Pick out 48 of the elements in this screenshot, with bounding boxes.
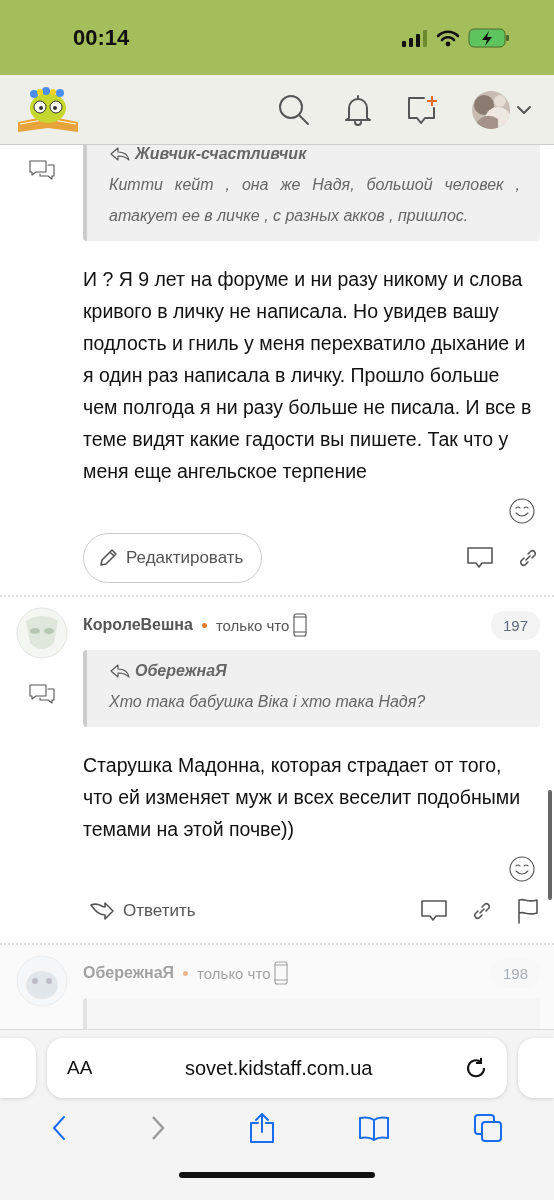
- chevron-down-icon: [516, 104, 532, 115]
- edit-button[interactable]: Редактировать: [83, 533, 263, 583]
- post-number[interactable]: 197: [490, 610, 540, 640]
- owl-on-book-logo: [16, 85, 80, 134]
- replies-icon: [27, 159, 56, 181]
- pencil-icon: [98, 548, 118, 568]
- author-name[interactable]: КоролеВешна: [83, 616, 193, 634]
- reload-icon: [465, 1057, 487, 1079]
- bear-avatar-icon: [15, 955, 68, 1007]
- phone-icon: [293, 613, 308, 637]
- scroll-bar[interactable]: [548, 790, 552, 900]
- reply-button[interactable]: Ответить: [83, 891, 196, 931]
- smiley-icon: [508, 855, 536, 883]
- back-icon: [51, 1115, 68, 1141]
- tabs-icon: [472, 1113, 503, 1143]
- tab-preview[interactable]: [518, 1038, 554, 1098]
- text-size-button[interactable]: AA: [67, 1057, 93, 1079]
- alien-avatar-icon: [15, 607, 68, 659]
- quote-text: Китти кейт , она же Надя, большой человек , атакует ее в личке , с разных акков , пришлос.: [109, 175, 520, 226]
- address-bar[interactable]: AA sovet.kidstaff.com.ua: [47, 1038, 507, 1098]
- battery-charging-icon: [468, 27, 510, 48]
- bell-icon: [344, 93, 372, 126]
- new-message-icon: [406, 93, 438, 126]
- search-icon: [278, 93, 310, 126]
- bookmarks-icon: [357, 1115, 390, 1141]
- post-time[interactable]: только что: [215, 616, 290, 634]
- tab-preview[interactable]: [0, 1038, 36, 1098]
- signal-icon: [402, 28, 428, 47]
- reply-arrow-icon: [109, 663, 131, 679]
- quote-author[interactable]: ОбережнаЯ: [135, 662, 227, 680]
- smiley-icon: [508, 497, 536, 525]
- url-text: sovet.kidstaff.com.ua: [183, 1056, 374, 1080]
- phone-icon: [274, 961, 289, 985]
- forward-icon: [150, 1115, 167, 1141]
- replies-icon: [27, 683, 56, 705]
- reply-arrow-icon: [109, 146, 131, 162]
- quote-author[interactable]: Живчик-счастливчик: [135, 145, 307, 163]
- share-icon: [249, 1112, 275, 1144]
- wifi-icon: [436, 28, 460, 47]
- post-text: И ? Я 9 лет на форуме и ни разу никому и слова кривого в личку не написала. Но увидев вашу подлость и гниль у меня перехватило дыхание и я один раз написала в личку. Прошло больше чем полгода я ни разу больше не писала. И все в теме видят какие гадости вы пишете. Так что у меня еще ангельское терпение: [83, 267, 533, 484]
- reply-arrow-icon: [89, 901, 115, 921]
- flag-icon: [516, 898, 540, 924]
- status-time: 00:14: [73, 24, 131, 51]
- home-indicator[interactable]: [179, 1172, 375, 1178]
- comment-icon: [466, 546, 494, 570]
- post-text: Старушка Мадонна, которая страдает от того, что ей изменяет муж и всех веселит подобными темами на этой почве)): [83, 753, 522, 842]
- quote-text: Хто така бабушка Віка і хто така Надя?: [109, 692, 427, 712]
- comment-icon: [420, 899, 448, 923]
